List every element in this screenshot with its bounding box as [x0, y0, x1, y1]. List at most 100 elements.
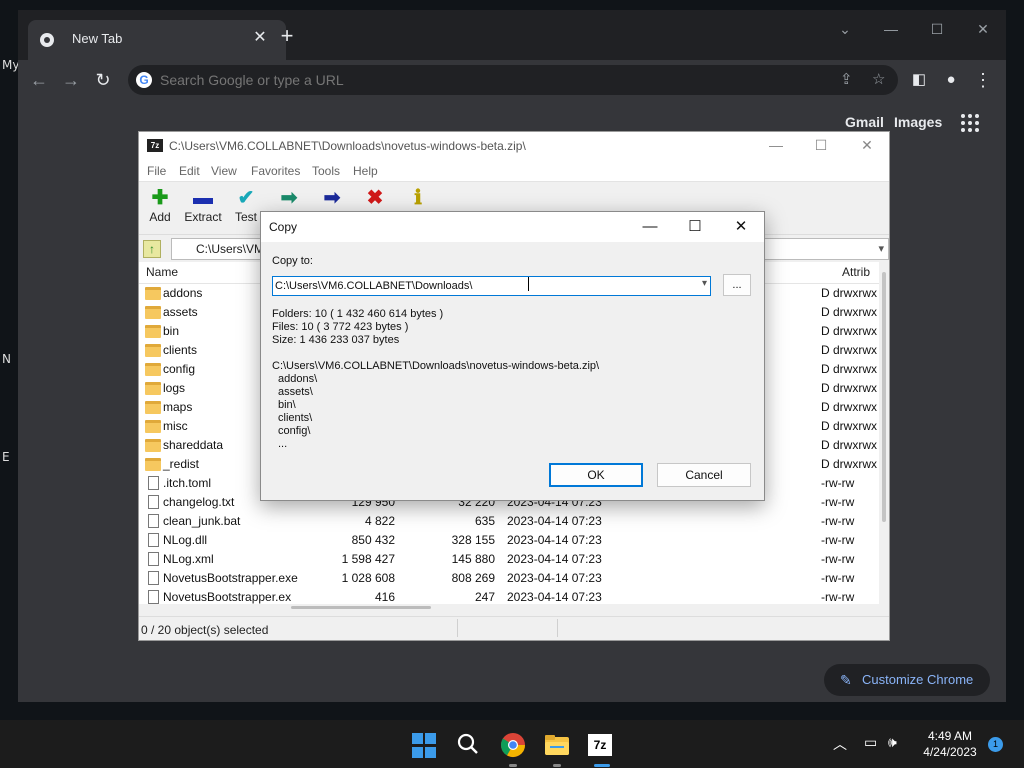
file-name: addons: [163, 286, 203, 300]
close-window-button[interactable]: ✕: [854, 135, 880, 155]
7zip-taskbar-icon[interactable]: 7z: [588, 734, 612, 756]
images-link[interactable]: Images: [894, 114, 942, 130]
packed-size: 328 155: [451, 533, 495, 547]
share-icon[interactable]: ⇪: [840, 70, 853, 88]
reload-icon[interactable]: ↻: [90, 68, 116, 92]
menu-view[interactable]: View: [211, 164, 237, 178]
size-summary: Size: 1 436 233 037 bytes: [272, 334, 400, 346]
file-name: _redist: [163, 457, 200, 471]
desktop-label[interactable]: E: [2, 450, 10, 464]
omnibox-input[interactable]: [160, 68, 800, 92]
maximize-button[interactable]: ☐: [808, 135, 834, 155]
menu-kebab-icon[interactable]: ⋮: [970, 68, 996, 92]
desktop-label[interactable]: N: [2, 352, 11, 366]
tab-new-tab[interactable]: New Tab ✕: [28, 20, 286, 60]
folder-icon: [145, 363, 161, 376]
close-tab-icon[interactable]: ✕: [250, 28, 270, 48]
column-attrib[interactable]: Attrib: [842, 265, 870, 279]
new-tab-button[interactable]: +: [274, 23, 300, 49]
file-attrib: D drwxrwx: [821, 286, 877, 300]
profile-icon[interactable]: ●: [938, 68, 964, 92]
file-size: 416: [374, 590, 395, 604]
move-arrow-icon: ➡: [323, 187, 341, 209]
file-name: NovetusBootstrapper.ex: [163, 590, 292, 604]
file-icon: [148, 495, 159, 509]
minimize-button[interactable]: —: [876, 16, 906, 42]
delete-x-icon: ✖: [366, 187, 384, 209]
network-icon[interactable]: ▭: [864, 734, 877, 751]
close-window-button[interactable]: ✕: [968, 16, 998, 42]
file-name: changelog.txt: [163, 495, 235, 509]
file-name: logs: [163, 381, 186, 395]
show-hidden-icons-icon[interactable]: ︿: [833, 734, 847, 754]
chrome-icon[interactable]: [500, 732, 526, 758]
dialog-titlebar: Copy — ☐ ✕: [261, 212, 764, 242]
table-row[interactable]: NovetusBootstrapper.ex 416 247 2023-04-14 0…: [139, 588, 879, 604]
extract-button[interactable]: ▬ Extract: [179, 186, 227, 230]
copy-dialog: Copy — ☐ ✕ Copy to: ▾ ... Folders: 10 ( …: [260, 211, 765, 501]
folder-up-icon[interactable]: ↑: [143, 240, 161, 258]
menu-tools[interactable]: Tools: [312, 164, 340, 178]
menu-edit[interactable]: Edit: [179, 164, 200, 178]
minimize-button[interactable]: —: [637, 216, 663, 238]
search-icon[interactable]: [456, 732, 482, 758]
volume-icon[interactable]: 🕪: [888, 734, 897, 751]
close-dialog-button[interactable]: ✕: [728, 216, 754, 238]
selection-status: 0 / 20 object(s) selected: [141, 623, 269, 637]
menu-favorites[interactable]: Favorites: [251, 164, 300, 178]
forward-icon[interactable]: →: [58, 68, 84, 92]
add-button[interactable]: ✚ Add: [136, 186, 184, 230]
source-item: bin\: [278, 399, 296, 411]
folder-icon: [145, 325, 161, 338]
table-row[interactable]: NLog.xml 1 598 427 145 880 2023-04-14 07:23…: [139, 550, 879, 569]
chrome-toolbar: ← → ↻ G ⇪ ☆ ◧ ● ⋮: [18, 60, 1006, 100]
destination-path-input[interactable]: [275, 278, 685, 294]
file-icon: [148, 552, 159, 566]
clock-date: 4/24/2023: [923, 745, 977, 759]
start-windows-icon[interactable]: [412, 733, 438, 759]
browse-button[interactable]: ...: [723, 274, 751, 296]
dialog-title: Copy: [269, 220, 298, 234]
bookmark-star-icon[interactable]: ☆: [872, 70, 885, 88]
tab-strip: New Tab ✕ + ⌄ — ☐ ✕: [18, 10, 1006, 60]
desktop-label[interactable]: My: [2, 58, 19, 72]
file-explorer-icon[interactable]: [544, 732, 570, 758]
gmail-link[interactable]: Gmail: [845, 114, 884, 130]
7zip-app-icon: 7z: [147, 139, 163, 152]
customize-chrome-button[interactable]: ✎ Customize Chrome: [824, 664, 990, 696]
cancel-button[interactable]: Cancel: [657, 463, 751, 487]
tab-search-icon[interactable]: ⌄: [830, 16, 860, 42]
back-icon[interactable]: ←: [26, 68, 52, 92]
omnibox[interactable]: G ⇪ ☆: [128, 65, 898, 95]
menu-file[interactable]: File: [147, 164, 166, 178]
clock[interactable]: 4:49 AM 4/24/2023: [920, 728, 980, 760]
vertical-scrollbar[interactable]: [879, 262, 889, 604]
table-row[interactable]: clean_junk.bat 4 822 635 2023-04-14 07:23 -r…: [139, 512, 879, 531]
running-indicator: [553, 764, 561, 767]
maximize-button[interactable]: ☐: [922, 16, 952, 42]
chevron-down-icon[interactable]: ▾: [878, 239, 884, 259]
active-indicator: [594, 764, 610, 767]
destination-combobox[interactable]: ▾: [272, 276, 711, 296]
minimize-button[interactable]: —: [763, 135, 789, 155]
column-name[interactable]: Name: [146, 265, 178, 279]
file-name: clean_junk.bat: [163, 514, 241, 528]
folder-icon: [145, 420, 161, 433]
tab-title: New Tab: [72, 31, 123, 46]
file-attrib: -rw-rw: [821, 476, 855, 490]
file-name: assets: [163, 305, 198, 319]
chevron-down-icon[interactable]: ▾: [702, 278, 707, 289]
menu-help[interactable]: Help: [353, 164, 378, 178]
side-panel-icon[interactable]: ◧: [906, 68, 932, 92]
google-apps-icon[interactable]: [961, 114, 979, 132]
table-row[interactable]: NovetusBootstrapper.exe 1 028 608 808 269 2…: [139, 569, 879, 588]
notification-badge[interactable]: 1: [988, 737, 1003, 752]
horizontal-scrollbar[interactable]: [139, 604, 879, 612]
ok-button[interactable]: OK: [549, 463, 643, 487]
table-row[interactable]: NLog.dll 850 432 328 155 2023-04-14 07:23 -r…: [139, 531, 879, 550]
maximize-button[interactable]: ☐: [682, 216, 708, 238]
tool-label: Add: [149, 210, 171, 224]
desktop-icons-edge: My N E: [0, 52, 19, 472]
file-name: clients: [163, 343, 198, 357]
copy-arrow-icon: ➡: [280, 187, 298, 209]
